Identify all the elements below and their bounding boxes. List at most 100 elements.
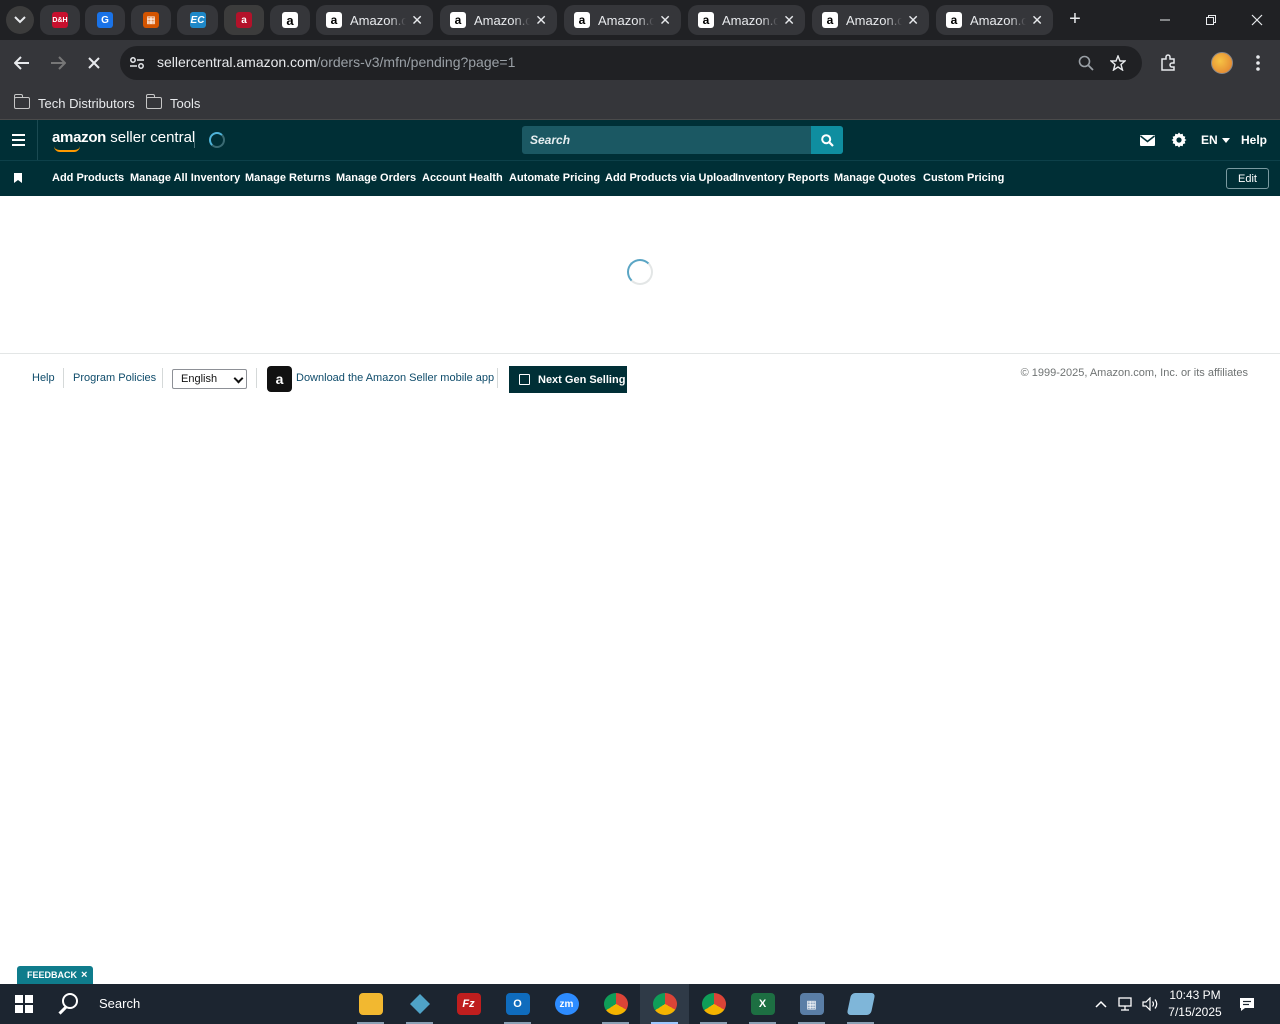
nav-manage-quotes[interactable]: Manage Quotes xyxy=(834,172,916,184)
bookmark-label: Tools xyxy=(170,95,201,111)
g-favicon-icon: G xyxy=(97,12,113,28)
close-icon[interactable]: ✕ xyxy=(411,12,423,28)
search-icon xyxy=(820,133,834,147)
bookmark-icon[interactable] xyxy=(14,173,22,183)
nav-account-health[interactable]: Account Health xyxy=(422,172,503,184)
taskbar-search-label[interactable]: Search xyxy=(99,996,140,1011)
close-icon[interactable]: ✕ xyxy=(1031,12,1043,28)
close-icon[interactable]: ✕ xyxy=(535,12,547,28)
taskbar-notepad[interactable] xyxy=(836,984,885,1024)
nav-manage-all-inventory[interactable]: Manage All Inventory xyxy=(130,172,240,184)
close-icon[interactable]: ✕ xyxy=(907,12,919,28)
bookmark-folder-tech-distributors[interactable]: Tech Distributors xyxy=(13,93,135,113)
nav-manage-returns[interactable]: Manage Returns xyxy=(245,172,331,184)
forward-arrow-icon[interactable] xyxy=(46,51,70,75)
window-close-icon[interactable] xyxy=(1234,0,1280,40)
browser-tab[interactable]: a Amazon.com ✕ xyxy=(936,5,1053,35)
feedback-tab[interactable]: FEEDBACK × xyxy=(17,966,94,984)
address-bar[interactable]: sellercentral.amazon.com/orders-v3/mfn/p… xyxy=(120,46,1142,80)
taskbar-filezilla[interactable]: Fz xyxy=(444,984,493,1024)
taskbar-clock[interactable]: 10:43 PM 7/15/2025 xyxy=(1162,987,1228,1021)
taskbar-file-explorer[interactable] xyxy=(346,984,395,1024)
pinned-tab-ec[interactable]: EC xyxy=(177,5,218,35)
pinned-tab-box[interactable]: ▦ xyxy=(131,5,171,35)
folder-icon xyxy=(13,94,30,109)
close-icon[interactable]: ✕ xyxy=(783,12,795,28)
hamburger-menu-icon[interactable] xyxy=(0,120,38,160)
browser-tab[interactable]: a Amazon.com ✕ xyxy=(316,5,433,35)
search-button[interactable] xyxy=(811,126,843,154)
feedback-close-icon[interactable]: × xyxy=(81,969,87,981)
language-selector[interactable]: EN xyxy=(1201,120,1230,160)
language-label: EN xyxy=(1201,133,1218,147)
pinned-tab-dh[interactable]: D&H xyxy=(40,5,80,35)
taskbar-outlook[interactable]: O xyxy=(493,984,542,1024)
browser-tab[interactable]: a Amazon.com ✕ xyxy=(688,5,805,35)
edit-nav-button[interactable]: Edit xyxy=(1226,168,1269,189)
taskbar-excel[interactable]: X xyxy=(738,984,787,1024)
restore-icon[interactable] xyxy=(1188,0,1234,40)
url-host: sellercentral.amazon.com xyxy=(157,54,317,70)
taskbar-zoom[interactable]: zm xyxy=(542,984,591,1024)
box-favicon-icon: ▦ xyxy=(143,12,159,28)
browser-tab[interactable]: a Amazon.com ✕ xyxy=(812,5,929,35)
pinned-tab-g[interactable]: G xyxy=(85,5,125,35)
browser-tab-strip: D&H G ▦ EC a a a Amazon.com ✕ a Amazon.c… xyxy=(0,0,1280,40)
pinned-tab-amazon[interactable]: a xyxy=(270,5,310,35)
profile-avatar[interactable] xyxy=(1211,52,1233,74)
seller-central-header: amazon seller central EN Help xyxy=(0,120,1280,160)
taskbar-chrome-3[interactable] xyxy=(689,984,738,1024)
nav-manage-orders[interactable]: Manage Orders xyxy=(336,172,416,184)
download-app-link[interactable]: Download the Amazon Seller mobile app xyxy=(296,372,494,384)
browser-tab[interactable]: a Amazon.com ✕ xyxy=(440,5,557,35)
zoom-icon[interactable] xyxy=(1074,51,1098,75)
url-text[interactable]: sellercentral.amazon.com/orders-v3/mfn/p… xyxy=(157,54,515,70)
bookmark-folder-tools[interactable]: Tools xyxy=(145,93,201,113)
footer-language-select[interactable]: English xyxy=(172,369,247,389)
search-input[interactable] xyxy=(522,126,811,154)
excel-icon: X xyxy=(750,993,775,1015)
browser-menu-kebab-icon[interactable] xyxy=(1246,51,1270,75)
amazon-smile-icon xyxy=(54,146,80,152)
seller-central-nav: Add Products Manage All Inventory Manage… xyxy=(0,160,1280,196)
program-policies-link[interactable]: Program Policies xyxy=(73,372,156,384)
seller-central-logo[interactable]: amazon seller central xyxy=(52,129,195,152)
windows-start-icon[interactable] xyxy=(15,995,33,1013)
bookmark-star-icon[interactable] xyxy=(1106,51,1130,75)
notifications-icon[interactable] xyxy=(1239,984,1255,1024)
nav-inventory-reports[interactable]: Inventory Reports xyxy=(735,172,829,184)
nav-custom-pricing[interactable]: Custom Pricing xyxy=(923,172,1004,184)
next-gen-selling-label: Next Gen Selling xyxy=(538,373,626,386)
tab-search-button[interactable] xyxy=(6,6,34,34)
taskbar-app-diamond[interactable] xyxy=(395,984,444,1024)
network-icon[interactable] xyxy=(1118,984,1136,1024)
search-icon[interactable] xyxy=(62,993,78,1009)
settings-gear-icon[interactable] xyxy=(1171,120,1187,160)
pinned-tab-seller-central-active[interactable]: a xyxy=(224,5,264,35)
chevron-down-icon xyxy=(14,16,26,24)
show-hidden-icons-chevron-icon[interactable] xyxy=(1095,984,1107,1024)
browser-tab[interactable]: a Amazon.com ✕ xyxy=(564,5,681,35)
next-gen-selling-button[interactable]: Next Gen Selling xyxy=(509,366,627,393)
stop-loading-icon[interactable] xyxy=(82,51,106,75)
back-arrow-icon[interactable] xyxy=(10,51,34,75)
new-tab-plus-icon[interactable]: + xyxy=(1063,8,1087,32)
feedback-label: FEEDBACK xyxy=(27,970,78,980)
minimize-icon[interactable] xyxy=(1142,0,1188,40)
volume-speaker-icon[interactable] xyxy=(1142,984,1160,1024)
taskbar-chrome-2-active[interactable] xyxy=(640,984,689,1024)
extensions-puzzle-icon[interactable] xyxy=(1156,51,1180,75)
footer-help-link[interactable]: Help xyxy=(32,372,55,384)
amazon-seller-app-icon[interactable]: a xyxy=(267,366,292,392)
mail-icon[interactable] xyxy=(1140,120,1155,160)
taskbar-chrome-1[interactable] xyxy=(591,984,640,1024)
nav-automate-pricing[interactable]: Automate Pricing xyxy=(509,172,600,184)
close-icon[interactable]: ✕ xyxy=(659,12,671,28)
nav-add-products[interactable]: Add Products xyxy=(52,172,124,184)
url-path: /orders-v3/mfn/pending?page=1 xyxy=(316,54,516,70)
taskbar-calculator[interactable]: ▦ xyxy=(787,984,836,1024)
notepad-icon xyxy=(846,993,875,1015)
header-help-link[interactable]: Help xyxy=(1241,120,1267,160)
site-info-icon[interactable] xyxy=(128,54,146,72)
nav-add-products-via-upload[interactable]: Add Products via Upload xyxy=(605,172,736,184)
